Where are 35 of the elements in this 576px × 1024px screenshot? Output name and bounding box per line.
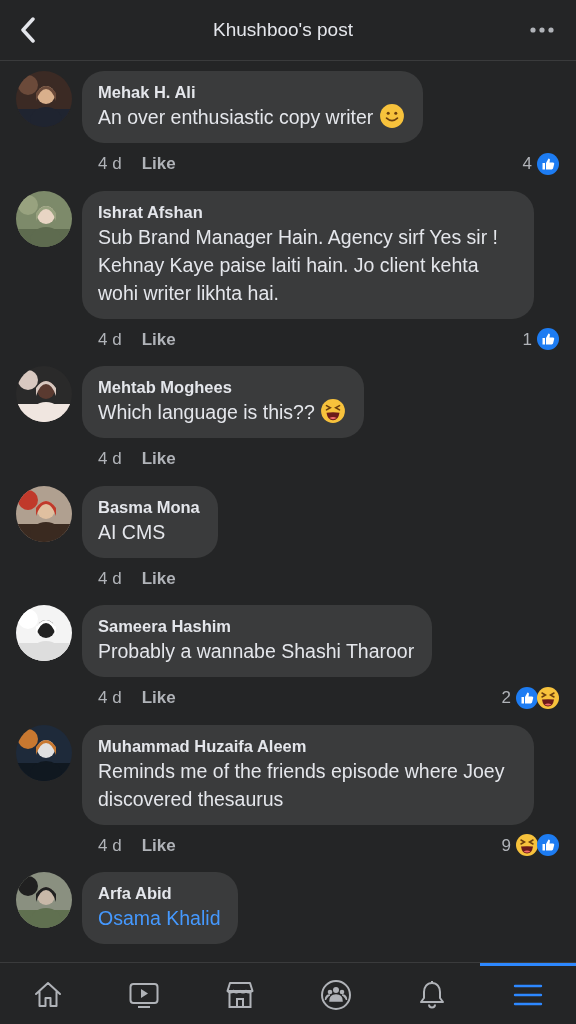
like-link[interactable]: Like [141,446,176,472]
commenter-name[interactable]: Muhammad Huzaifa Aleem [98,734,516,757]
comment-text: Reminds me of the friends episode where Joey discovered thesaurus [98,758,506,812]
like-link[interactable]: Like [141,685,176,711]
reaction-count: 9 [501,834,511,857]
more-icon[interactable] [530,27,554,33]
timestamp: 4 d [98,448,122,470]
timestamp: 4 d [98,834,122,857]
reaction-count: 2 [501,687,511,709]
like-link[interactable]: Like [141,832,176,858]
shop-icon [224,979,256,1011]
comment-text: Which language is this?? [98,398,347,426]
mention-link[interactable]: Osama Khalid [98,904,221,932]
commenter-name[interactable]: Mehtab Moghees [98,376,347,398]
commenter-name[interactable]: Mehak H. Ali [98,81,405,103]
comment-text: Probably a wannabe Shashi Tharoor [98,639,415,664]
commenter-name[interactable]: Ishrat Afshan [98,200,516,223]
commenter-name[interactable]: Arfa Abid [98,882,221,904]
back-icon[interactable] [20,17,36,43]
comment-text: An over enthusiastic copy writer [98,103,405,131]
like-link[interactable]: Like [141,326,176,352]
commenter-name[interactable]: Sameera Hashim [98,615,415,637]
timestamp: 4 d [98,567,122,590]
timestamp: 4 d [98,687,122,709]
comment-text: Sub Brand Manager Hain. Agency sirf Yes sir ! Kehnay Kaye paise laiti hain. Jo client kehta wohi writer likhta hai. [98,224,499,306]
reaction-count: 4 [522,153,532,175]
commenter-name[interactable]: Basma Mona [98,495,200,518]
groups-icon [320,979,352,1011]
reaction-count: 1 [522,328,532,351]
like-link[interactable]: Like [141,151,176,177]
comment-text: AI CMS [98,519,167,545]
page-title: Khushboo's post [213,17,353,42]
timestamp: 4 d [98,328,122,351]
like-link[interactable]: Like [141,565,176,591]
timestamp: 4 d [98,153,122,175]
